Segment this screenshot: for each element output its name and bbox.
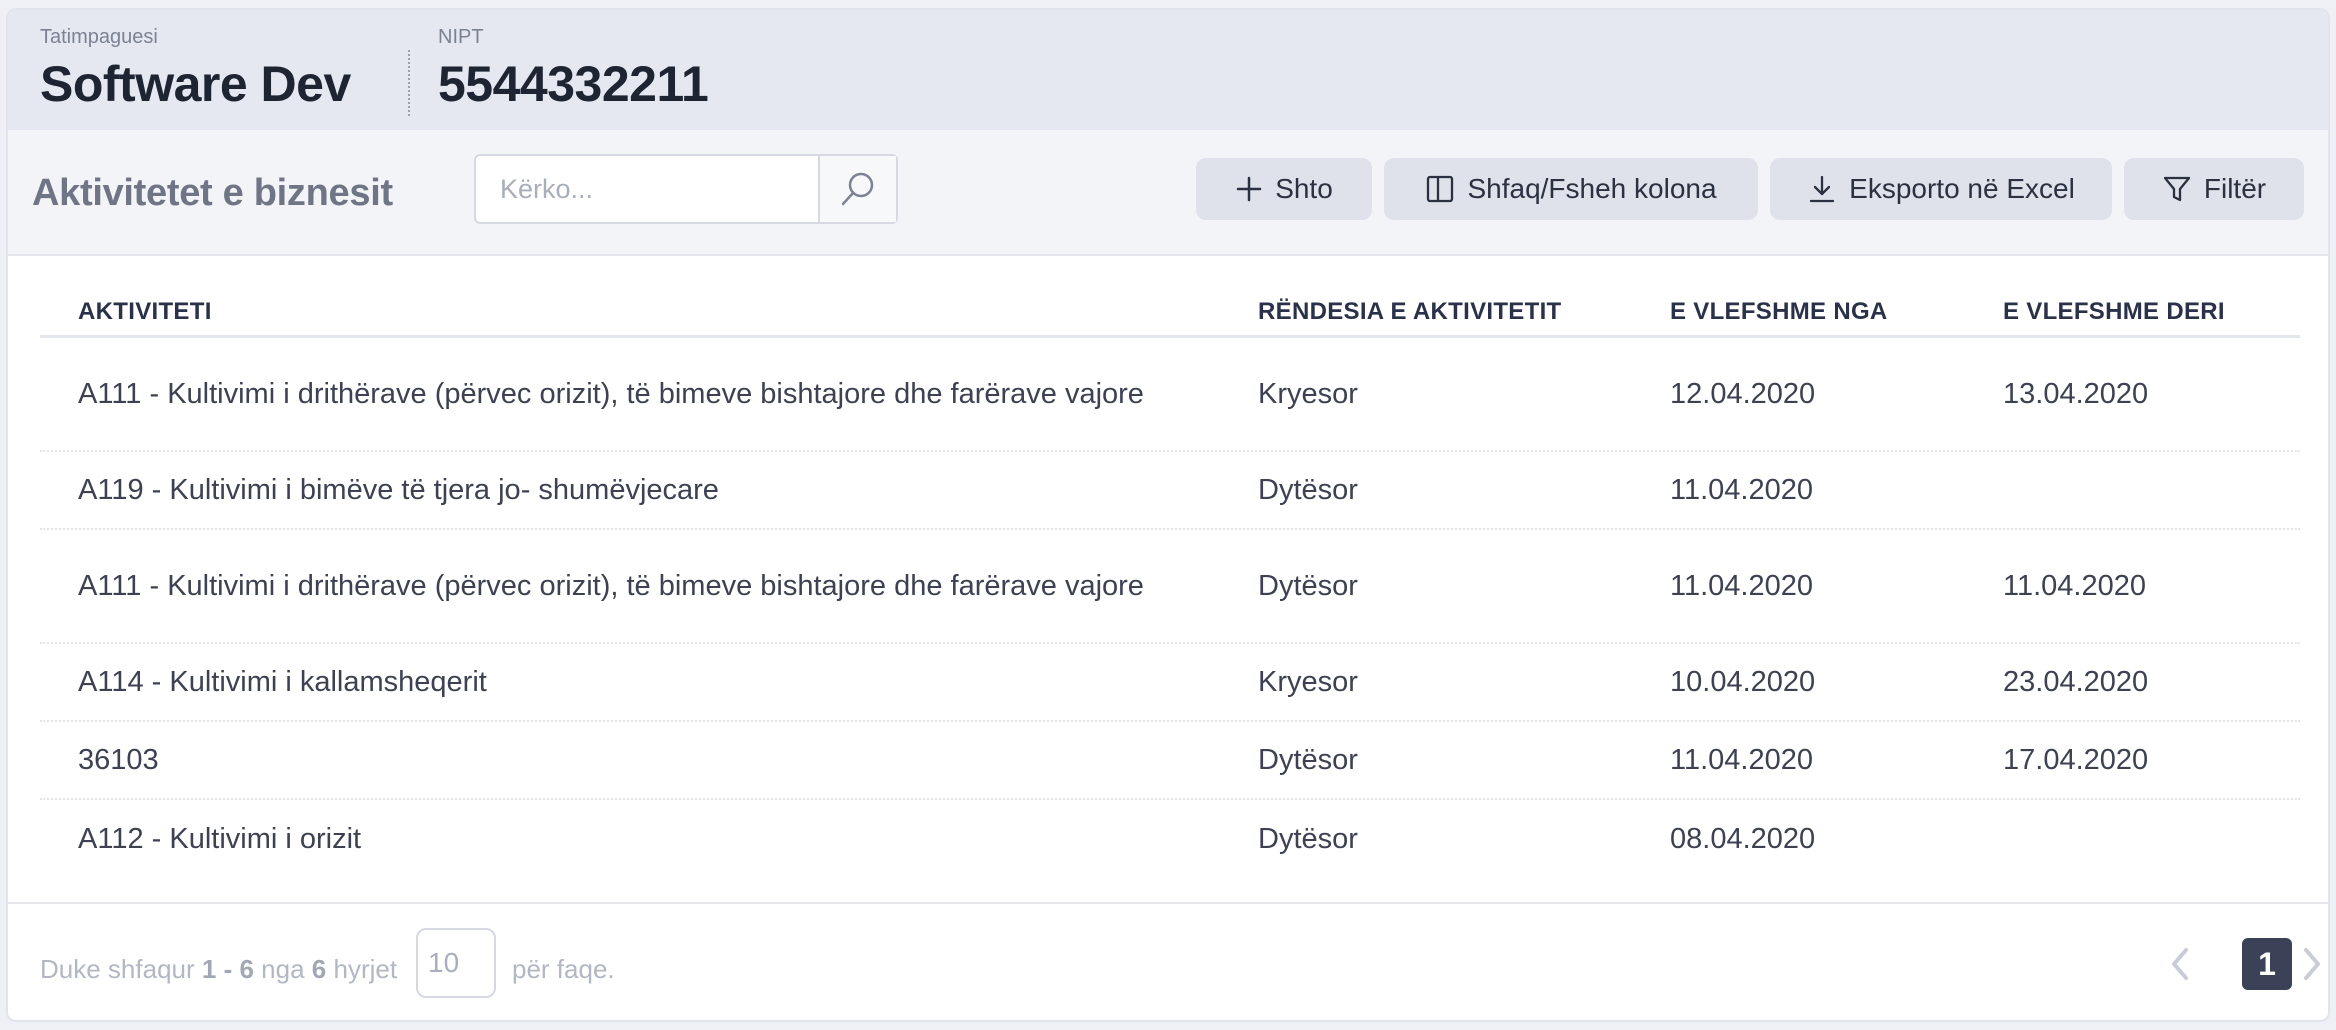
- valid-to-cell: 11.04.2020: [2003, 570, 2146, 602]
- importance-cell: Kryesor: [1258, 666, 1358, 698]
- valid-from-cell: 11.04.2020: [1670, 474, 1813, 506]
- taxpayer-header: Tatimpaguesi Software Dev NIPT 554433221…: [8, 10, 2328, 130]
- activity-cell: A111 - Kultivimi i drithërave (përvec or…: [78, 378, 1144, 410]
- per-page-input[interactable]: 10: [416, 928, 496, 998]
- nipt-label: NIPT: [438, 26, 484, 48]
- toolbar: Aktivitetet e biznesit Shto Shfaq/F: [8, 130, 2328, 256]
- taxpayer-name: Software Dev: [40, 56, 351, 112]
- export-excel-button[interactable]: Eksporto në Excel: [1770, 158, 2112, 220]
- activities-table: AKTIVITETI RËNDESIA E AKTIVITETIT E VLEF…: [40, 256, 2300, 878]
- export-excel-label: Eksporto në Excel: [1849, 173, 2075, 204]
- filter-icon: [2163, 176, 2191, 202]
- valid-from-cell: 08.04.2020: [1670, 823, 1816, 855]
- importance-cell: Dytësor: [1258, 474, 1358, 506]
- importance-cell: Dytësor: [1258, 744, 1358, 776]
- entries-word: hyrjet: [333, 954, 398, 984]
- pagination-footer: Duke shfaqur 1 - 6 nga 6 hyrjet 10 për f…: [8, 902, 2328, 1020]
- importance-cell: Dytësor: [1258, 823, 1358, 855]
- add-button[interactable]: Shto: [1196, 158, 1372, 220]
- activity-cell: A119 - Kultivimi i bimëve të tjera jo- s…: [78, 474, 719, 506]
- activity-cell: 36103: [78, 744, 159, 776]
- search-button[interactable]: [818, 156, 896, 222]
- valid-to-cell: 17.04.2020: [2003, 744, 2149, 776]
- table-row[interactable]: A119 - Kultivimi i bimëve të tjera jo- s…: [40, 452, 2300, 530]
- activity-cell: A111 - Kultivimi i drithërave (përvec or…: [78, 570, 1144, 602]
- business-activities-panel: Tatimpaguesi Software Dev NIPT 554433221…: [6, 8, 2330, 1022]
- filter-button-label: Filtër: [2203, 173, 2267, 204]
- search-input[interactable]: [476, 156, 818, 222]
- importance-cell: Kryesor: [1258, 378, 1358, 410]
- taxpayer-label: Tatimpaguesi: [40, 26, 158, 48]
- entries-summary: Duke shfaqur 1 - 6 nga 6 hyrjet: [40, 954, 397, 985]
- search-box: [474, 154, 898, 224]
- total-count: 6: [311, 954, 327, 984]
- chevron-right-icon[interactable]: [2300, 944, 2324, 984]
- columns-icon: [1427, 175, 1454, 203]
- nipt-block: NIPT 5544332211: [438, 26, 709, 113]
- page-button-current[interactable]: 1: [2242, 938, 2292, 990]
- valid-to-cell: 13.04.2020: [2003, 378, 2149, 410]
- column-header-importance[interactable]: RËNDESIA E AKTIVITETIT: [1258, 298, 1562, 326]
- filter-button[interactable]: Filtër: [2124, 158, 2304, 220]
- toggle-columns-button[interactable]: Shfaq/Fsheh kolona: [1384, 158, 1758, 220]
- column-header-activity[interactable]: AKTIVITETI: [78, 298, 212, 326]
- showing-prefix: Duke shfaqur: [40, 954, 195, 984]
- header-divider: [408, 50, 410, 116]
- of-word: nga: [261, 954, 305, 984]
- taxpayer-block: Tatimpaguesi Software Dev: [40, 26, 351, 113]
- section-title: Aktivitetet e biznesit: [32, 172, 393, 214]
- add-button-label: Shto: [1275, 173, 1333, 204]
- per-page-suffix: për faqe.: [512, 954, 615, 984]
- toggle-columns-label: Shfaq/Fsheh kolona: [1467, 173, 1717, 204]
- table-row[interactable]: A114 - Kultivimi i kallamsheqerit Kryeso…: [40, 644, 2300, 722]
- activity-cell: A112 - Kultivimi i orizit: [78, 823, 362, 855]
- download-icon: [1810, 175, 1835, 203]
- importance-cell: Dytësor: [1258, 570, 1358, 602]
- showing-range: 1 - 6: [201, 954, 254, 984]
- table-row[interactable]: A111 - Kultivimi i drithërave (përvec or…: [40, 338, 2300, 452]
- column-header-valid-to[interactable]: E VLEFSHME DERI: [2003, 298, 2225, 326]
- valid-from-cell: 11.04.2020: [1670, 744, 1813, 776]
- table-row[interactable]: A111 - Kultivimi i drithërave (përvec or…: [40, 530, 2300, 644]
- chevron-left-icon[interactable]: [2168, 944, 2192, 984]
- search-icon: [841, 172, 874, 206]
- valid-to-cell: 23.04.2020: [2003, 666, 2149, 698]
- table-header: AKTIVITETI RËNDESIA E AKTIVITETIT E VLEF…: [40, 256, 2300, 338]
- nipt-value: 5544332211: [438, 56, 709, 112]
- valid-from-cell: 10.04.2020: [1670, 666, 1816, 698]
- valid-from-cell: 12.04.2020: [1670, 378, 1816, 410]
- plus-icon: [1236, 176, 1262, 202]
- table-row[interactable]: 36103 Dytësor 11.04.2020 17.04.2020: [40, 722, 2300, 800]
- column-header-valid-from[interactable]: E VLEFSHME NGA: [1670, 298, 1888, 326]
- valid-from-cell: 11.04.2020: [1670, 570, 1813, 602]
- table-row[interactable]: A112 - Kultivimi i orizit Dytësor 08.04.…: [40, 800, 2300, 878]
- activity-cell: A114 - Kultivimi i kallamsheqerit: [78, 666, 487, 698]
